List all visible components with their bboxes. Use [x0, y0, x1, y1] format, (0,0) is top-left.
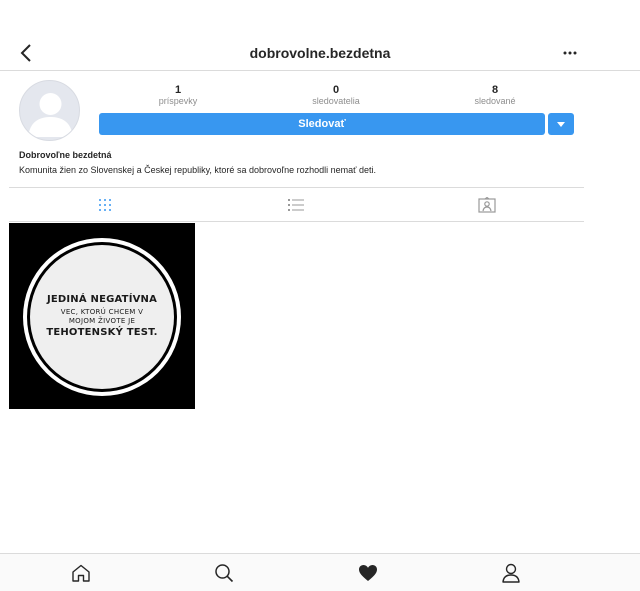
- post-thumbnail[interactable]: JEDINÁ NEGATÍVNA VEC, KTORÚ CHCEM V MOJO…: [9, 223, 195, 409]
- profile-stats: 1 príspevky 0 sledovatelia 8 sledované: [99, 85, 574, 107]
- top-bar: dobrovolne.bezdetna: [0, 35, 640, 71]
- profile-name: Dobrovoľne bezdetná: [19, 150, 112, 160]
- profile-icon: [502, 563, 520, 583]
- more-options-button[interactable]: [558, 43, 582, 63]
- profile-tabs: [9, 187, 584, 222]
- profile-page: dobrovolne.bezdetna 1 príspevky 0 sledov…: [0, 0, 640, 591]
- suggestions-dropdown-button[interactable]: [548, 113, 574, 135]
- page-title: dobrovolne.bezdetna: [249, 45, 391, 61]
- caret-down-icon: [557, 121, 565, 127]
- tab-tagged[interactable]: [478, 197, 496, 213]
- profile-bio: Komunita žien zo Slovenskej a Českej rep…: [19, 165, 377, 175]
- stat-followers[interactable]: 0 sledovatelia: [286, 84, 386, 107]
- following-count: 8: [491, 84, 499, 96]
- list-icon: [288, 199, 304, 211]
- nav-search-button[interactable]: [213, 562, 235, 584]
- heart-icon: [359, 565, 377, 581]
- search-icon: [215, 564, 234, 583]
- home-icon: [72, 564, 90, 582]
- stat-posts[interactable]: 1 príspevky: [128, 84, 228, 107]
- nav-activity-button[interactable]: [357, 562, 379, 584]
- more-horizontal-icon: [563, 51, 577, 55]
- post-text-line: MOJOM ŽIVOTE JE: [68, 317, 136, 325]
- followers-count: 0: [332, 84, 340, 96]
- bottom-navigation: [0, 553, 640, 591]
- default-avatar-icon: [28, 93, 73, 137]
- tagged-icon: [478, 197, 496, 213]
- followers-label: sledovatelia: [312, 96, 360, 106]
- avatar[interactable]: [19, 80, 80, 141]
- posts-label: príspevky: [158, 96, 198, 106]
- post-text-line: JEDINÁ NEGATÍVNA: [46, 294, 158, 305]
- post-text-line: TEHOTENSKÝ TEST.: [46, 327, 158, 338]
- post-text-line: VEC, KTORÚ CHCEM V: [60, 308, 144, 316]
- tab-grid[interactable]: [96, 197, 114, 213]
- stat-following[interactable]: 8 sledované: [445, 84, 545, 107]
- posts-count: 1: [174, 84, 182, 96]
- grid-icon: [99, 199, 111, 211]
- follow-button[interactable]: Sledovať: [99, 113, 545, 135]
- tab-list[interactable]: [287, 197, 305, 213]
- following-label: sledované: [474, 96, 516, 106]
- nav-home-button[interactable]: [70, 562, 92, 584]
- nav-profile-button[interactable]: [500, 562, 522, 584]
